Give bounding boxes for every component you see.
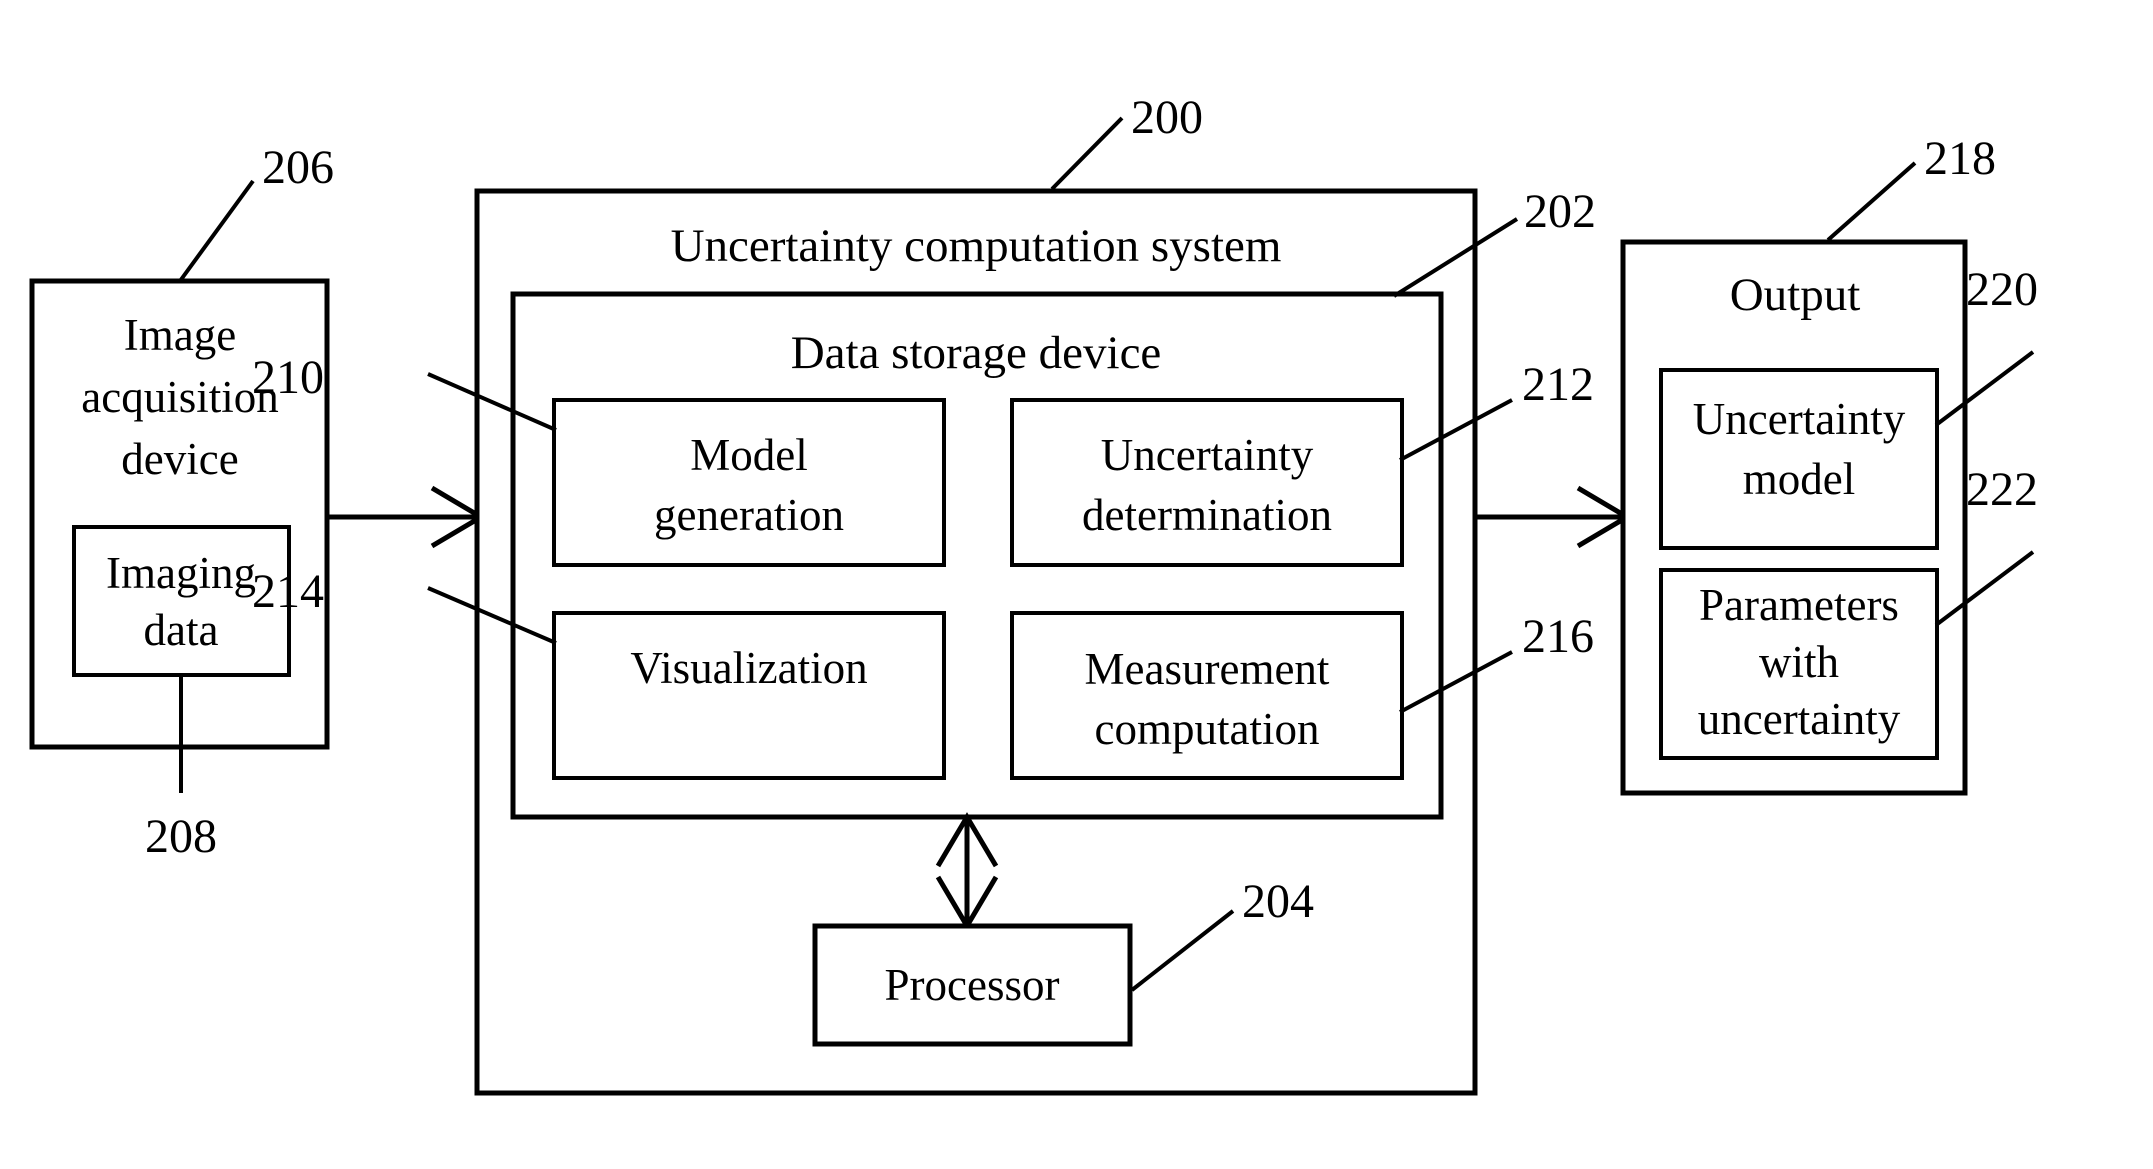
ref-218: 218 — [1924, 132, 1996, 185]
uncertainty-determination-box — [1010, 398, 1404, 567]
data-storage-device-label: Data storage device — [791, 327, 1162, 379]
ref-222: 222 — [1966, 463, 2038, 516]
parameters-with-uncertainty-label-line3: uncertainty — [1698, 694, 1901, 744]
leader-line-218 — [1826, 161, 1917, 242]
uncertainty-model-label-line2: model — [1743, 454, 1855, 504]
ref-206: 206 — [262, 141, 334, 194]
parameters-with-uncertainty-label-line2: with — [1759, 637, 1839, 687]
measurement-computation-label-line2: computation — [1095, 704, 1320, 754]
arrow-system-to-output — [1476, 485, 1632, 549]
visualization-label: Visualization — [630, 643, 867, 693]
model-generation-label-line1: Model — [690, 430, 808, 480]
ref-208: 208 — [145, 810, 217, 863]
uncertainty-model-label-line1: Uncertainty — [1693, 394, 1906, 444]
measurement-computation-block: Measurement computation 216 — [1010, 610, 1594, 780]
ref-220: 220 — [1966, 263, 2038, 316]
figure-canvas: Image acquisition device 206 Imaging dat… — [0, 0, 2153, 1169]
leader-line-200 — [1050, 116, 1124, 191]
ref-214: 214 — [252, 565, 324, 618]
output-label: Output — [1730, 269, 1861, 321]
uncertainty-computation-system-label: Uncertainty computation system — [671, 220, 1282, 272]
ref-204: 204 — [1242, 875, 1314, 928]
image-acquisition-device-label-line1: Image — [124, 310, 236, 360]
image-acquisition-device-label-line3: device — [121, 434, 238, 484]
uncertainty-determination-label-line2: determination — [1082, 490, 1332, 540]
visualization-box — [552, 611, 946, 780]
parameters-with-uncertainty-label-line1: Parameters — [1699, 580, 1899, 630]
ref-210: 210 — [252, 351, 324, 404]
imaging-data-label-line1: Imaging — [106, 548, 256, 598]
ref-212: 212 — [1522, 358, 1594, 411]
uncertainty-determination-label-line1: Uncertainty — [1101, 430, 1314, 480]
block-diagram: Image acquisition device 206 Imaging dat… — [29, 91, 2038, 1096]
processor-label: Processor — [885, 960, 1060, 1010]
ref-216: 216 — [1522, 610, 1594, 663]
leader-line-206 — [178, 179, 255, 283]
image-acquisition-device-label-line2: acquisition — [81, 372, 278, 422]
ref-200: 200 — [1131, 91, 1203, 144]
imaging-data-label-line2: data — [144, 605, 219, 655]
measurement-computation-label-line1: Measurement — [1085, 644, 1330, 694]
model-generation-box — [552, 398, 946, 567]
ref-202: 202 — [1524, 185, 1596, 238]
model-generation-label-line2: generation — [654, 490, 844, 540]
arrow-acquisition-to-system — [327, 485, 486, 549]
